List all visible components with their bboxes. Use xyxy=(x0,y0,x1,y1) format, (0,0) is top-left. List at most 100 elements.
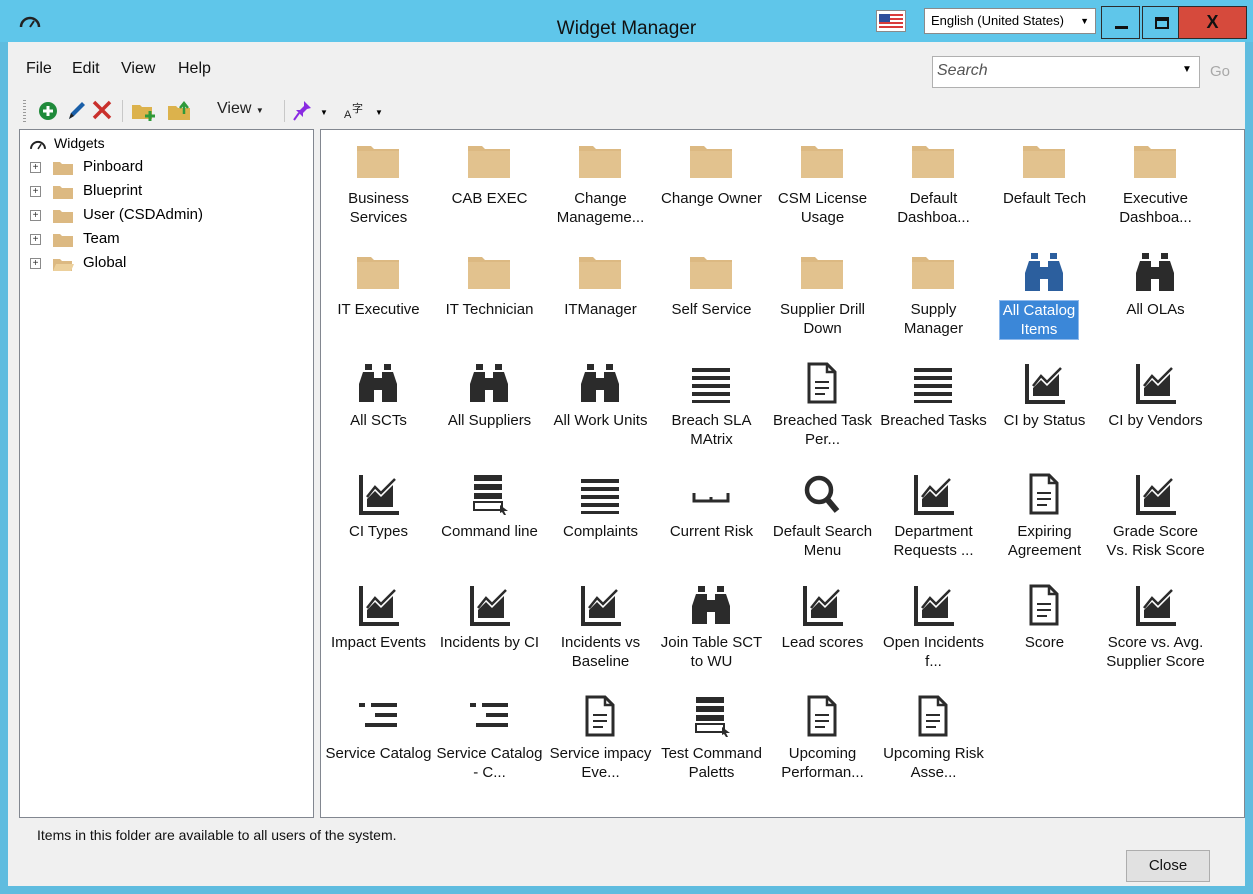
widget-item[interactable]: Breached Tasks xyxy=(878,354,989,465)
widget-item[interactable]: Supply Manager xyxy=(878,243,989,354)
widget-item[interactable]: Executive Dashboa... xyxy=(1100,132,1211,243)
menu-view[interactable]: View xyxy=(121,60,155,78)
widget-item[interactable]: Self Service xyxy=(656,243,767,354)
go-button[interactable]: Go xyxy=(1210,63,1230,80)
menu-list-icon xyxy=(464,695,514,737)
widget-label: All OLAs xyxy=(1126,301,1185,318)
pin-dropdown[interactable]: ▼ xyxy=(320,102,328,130)
maximize-icon xyxy=(1155,17,1169,29)
widget-item[interactable]: All Suppliers xyxy=(434,354,545,465)
edit-icon[interactable] xyxy=(64,96,88,124)
widget-item[interactable]: IT Technician xyxy=(434,243,545,354)
folder-icon xyxy=(686,251,736,293)
widget-item[interactable]: CI Types xyxy=(323,465,434,576)
widget-item[interactable]: ITManager xyxy=(545,243,656,354)
widget-item[interactable]: CSM License Usage xyxy=(767,132,878,243)
folder-up-icon[interactable] xyxy=(166,96,196,124)
widget-item[interactable]: Service Catalog xyxy=(323,687,434,798)
delete-icon[interactable] xyxy=(90,96,114,124)
widget-item[interactable]: Upcoming Performan... xyxy=(767,687,878,798)
binoculars-icon xyxy=(464,362,514,404)
widget-item[interactable]: Incidents vs Baseline xyxy=(545,576,656,687)
widget-label: Score xyxy=(1024,634,1065,651)
gauge-icon xyxy=(19,16,41,28)
chart-icon xyxy=(575,584,625,626)
binoculars-icon xyxy=(575,362,625,404)
widget-item[interactable]: Breached Task Per... xyxy=(767,354,878,465)
widget-item[interactable]: All SCTs xyxy=(323,354,434,465)
widget-item[interactable]: Default Search Menu xyxy=(767,465,878,576)
search-dropdown-icon[interactable]: ▼ xyxy=(1182,64,1192,75)
widget-item[interactable]: All OLAs xyxy=(1100,243,1211,354)
language-select[interactable]: English (United States) ▼ xyxy=(924,8,1096,34)
widget-item[interactable]: Upcoming Risk Asse... xyxy=(878,687,989,798)
widget-item[interactable]: IT Executive xyxy=(323,243,434,354)
minimize-button[interactable] xyxy=(1101,6,1140,39)
widget-item[interactable]: Breach SLA MAtrix xyxy=(656,354,767,465)
language-icon[interactable]: A 字 xyxy=(340,96,368,124)
widget-item[interactable]: Command line xyxy=(434,465,545,576)
chart-icon xyxy=(797,584,847,626)
search-input[interactable] xyxy=(933,57,1168,85)
widget-item[interactable]: Default Dashboa... xyxy=(878,132,989,243)
widget-item[interactable]: Complaints xyxy=(545,465,656,576)
widget-item[interactable]: Incidents by CI xyxy=(434,576,545,687)
menu-edit[interactable]: Edit xyxy=(72,60,100,78)
chart-icon xyxy=(1019,362,1069,404)
add-icon[interactable] xyxy=(36,96,60,124)
expand-icon[interactable]: + xyxy=(30,210,41,221)
widget-label: Service Catalog xyxy=(325,745,432,762)
title-bar[interactable]: Widget Manager English (United States) ▼… xyxy=(0,0,1253,42)
menu-file[interactable]: File xyxy=(26,60,52,78)
widget-item[interactable]: Current Risk xyxy=(656,465,767,576)
widget-item[interactable]: Business Services xyxy=(323,132,434,243)
list-icon xyxy=(686,362,736,404)
widget-item[interactable]: Impact Events xyxy=(323,576,434,687)
widget-item[interactable]: Join Table SCT to WU xyxy=(656,576,767,687)
widget-item[interactable]: Grade Score Vs. Risk Score xyxy=(1100,465,1211,576)
widget-item[interactable]: Score vs. Avg. Supplier Score xyxy=(1100,576,1211,687)
gauge-icon xyxy=(30,140,46,150)
pin-icon[interactable] xyxy=(291,96,315,124)
view-dropdown[interactable]: View ▼ xyxy=(217,100,264,118)
widget-item[interactable]: CI by Vendors xyxy=(1100,354,1211,465)
chart-icon xyxy=(908,473,958,515)
widget-item[interactable]: Expiring Agreement xyxy=(989,465,1100,576)
maximize-button[interactable] xyxy=(1142,6,1180,39)
widget-item[interactable]: Change Owner xyxy=(656,132,767,243)
new-folder-icon[interactable] xyxy=(130,96,160,124)
folder-icon xyxy=(797,140,847,182)
expand-icon[interactable]: + xyxy=(30,234,41,245)
language-dropdown[interactable]: ▼ xyxy=(375,102,383,130)
widget-label: CI by Vendors xyxy=(1108,412,1203,429)
widget-item[interactable]: Department Requests ... xyxy=(878,465,989,576)
expand-icon[interactable]: + xyxy=(30,258,41,269)
close-window-button[interactable]: X xyxy=(1178,6,1247,39)
close-button[interactable]: Close xyxy=(1126,850,1210,882)
widget-item[interactable]: Lead scores xyxy=(767,576,878,687)
widget-label: CI by Status xyxy=(1003,412,1086,429)
widget-item[interactable]: CAB EXEC xyxy=(434,132,545,243)
widget-item[interactable]: Test Command Paletts xyxy=(656,687,767,798)
widget-item[interactable]: All Catalog Items xyxy=(989,243,1100,354)
widget-item[interactable]: CI by Status xyxy=(989,354,1100,465)
widget-item[interactable]: All Work Units xyxy=(545,354,656,465)
widget-label: Complaints xyxy=(562,523,639,540)
widget-item[interactable]: Default Tech xyxy=(989,132,1100,243)
widget-item[interactable]: Service Catalog - C... xyxy=(434,687,545,798)
widget-label: Test Command Paletts xyxy=(661,745,762,781)
tree-item-label: User (CSDAdmin) xyxy=(83,206,204,223)
folder-icon xyxy=(464,140,514,182)
widget-item[interactable]: Score xyxy=(989,576,1100,687)
widget-item[interactable]: Change Manageme... xyxy=(545,132,656,243)
expand-icon[interactable]: + xyxy=(30,186,41,197)
toolbar: View ▼ ▼ A 字 ▼ xyxy=(8,96,608,124)
search-field[interactable] xyxy=(932,56,1200,88)
widget-item[interactable]: Supplier Drill Down xyxy=(767,243,878,354)
widget-item[interactable]: Service impacy Eve... xyxy=(545,687,656,798)
expand-icon[interactable]: + xyxy=(30,162,41,173)
widget-item[interactable]: Open Incidents f... xyxy=(878,576,989,687)
chart-icon xyxy=(464,584,514,626)
menu-help[interactable]: Help xyxy=(178,60,211,78)
widget-label: ITManager xyxy=(564,301,637,318)
